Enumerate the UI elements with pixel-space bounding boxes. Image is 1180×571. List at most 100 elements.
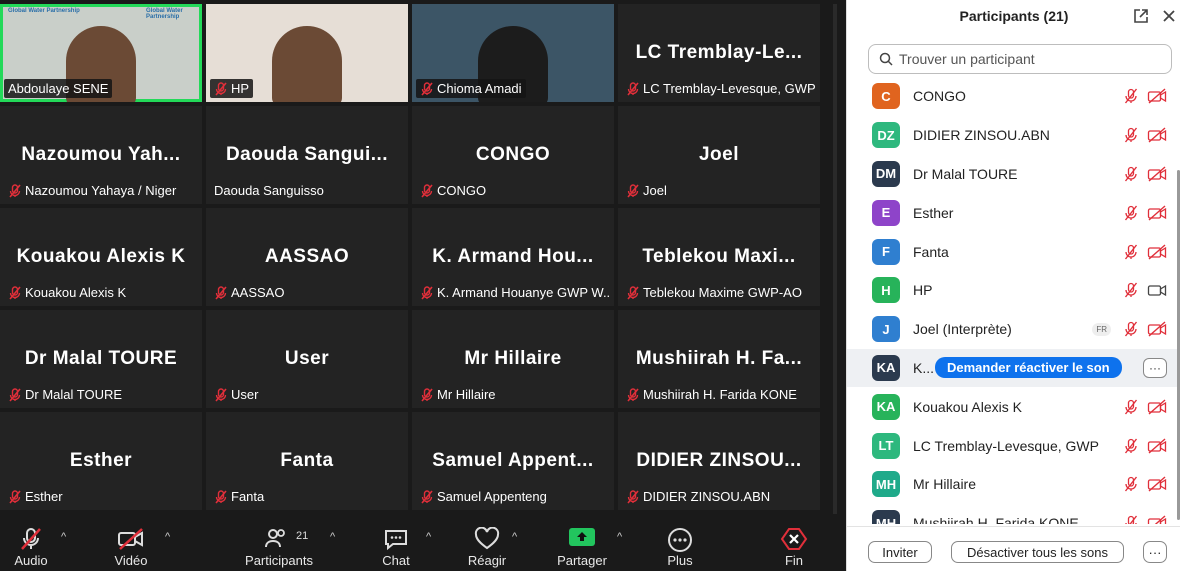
video-tile[interactable]: Fanta Fanta [206, 412, 408, 510]
video-tile[interactable]: LC Tremblay-Le... LC Tremblay-Levesque, G… [618, 4, 820, 102]
video-tile[interactable]: Esther Esther [0, 412, 202, 510]
tile-name-label: Nazoumou Yahaya / Niger [4, 181, 180, 200]
mic-muted-icon[interactable] [1123, 282, 1139, 298]
search-input[interactable] [899, 51, 1159, 67]
end-meeting-button[interactable]: Fin [774, 522, 814, 571]
mic-muted-icon [421, 489, 433, 504]
camera-off-icon[interactable] [1147, 166, 1167, 182]
video-tile[interactable]: Daouda Sangui... Daouda Sanguisso [206, 106, 408, 204]
share-options-caret[interactable]: ^ [617, 531, 622, 543]
participant-row[interactable]: DM Dr Malal TOURE [847, 155, 1180, 194]
camera-off-icon[interactable] [1147, 438, 1167, 454]
video-tile[interactable]: Samuel Appent... Samuel Appenteng [412, 412, 614, 510]
video-tile[interactable]: Mushiirah H. Fa... Mushiirah H. Farida KO… [618, 310, 820, 408]
participant-row[interactable]: C CONGO [847, 78, 1180, 116]
participants-options-caret[interactable]: ^ [330, 531, 335, 543]
video-tile[interactable]: HP [206, 4, 408, 102]
video-tile[interactable]: K. Armand Hou... K. Armand Houanye GWP W.… [412, 208, 614, 306]
mic-muted-icon [9, 285, 21, 300]
footer-more-button[interactable]: ··· [1143, 541, 1167, 563]
gallery-scrollbar[interactable] [833, 4, 837, 514]
participant-status-icons [1123, 166, 1167, 182]
audio-label: Audio [14, 553, 48, 568]
participant-row[interactable]: E Esther [847, 193, 1180, 232]
participant-row[interactable]: KA Kouakou Alexis K [847, 387, 1180, 426]
participants-panel: Participants (21) C CONGO DZ DIDIER ZINSOU.… [846, 0, 1180, 571]
participant-row[interactable]: KA K... Demander réactiver le son ··· [847, 348, 1180, 388]
participant-row[interactable]: J Joel (Interprète) FR [847, 310, 1180, 349]
camera-off-icon[interactable] [1147, 205, 1167, 221]
video-tile[interactable]: Kouakou Alexis K Kouakou Alexis K [0, 208, 202, 306]
tile-display-name: Esther [69, 450, 133, 471]
camera-off-icon[interactable] [1147, 515, 1167, 524]
mic-muted-icon[interactable] [1123, 438, 1139, 454]
heart-icon [474, 527, 500, 550]
mic-muted-icon[interactable] [1123, 399, 1139, 415]
video-button[interactable]: Vidéo [106, 522, 156, 571]
camera-off-icon[interactable] [1147, 127, 1167, 143]
pop-out-icon[interactable] [1133, 8, 1149, 24]
participant-row[interactable]: H HP [847, 271, 1180, 310]
react-options-caret[interactable]: ^ [512, 531, 517, 543]
participant-row[interactable]: MH Mushiirah H. Farida KONE [847, 504, 1180, 524]
video-tile[interactable]: CONGO CONGO [412, 106, 614, 204]
tile-name-label: CONGO [416, 181, 490, 200]
participants-button[interactable]: 21 Participants [240, 522, 318, 571]
tile-name-label: Joel [622, 181, 671, 200]
participant-row[interactable]: DZ DIDIER ZINSOU.ABN [847, 116, 1180, 155]
more-button[interactable]: Plus [660, 522, 700, 571]
video-options-caret[interactable]: ^ [165, 531, 170, 543]
camera-off-icon[interactable] [1147, 88, 1167, 104]
participant-row[interactable]: MH Mr Hillaire [847, 465, 1180, 504]
camera-on-icon[interactable] [1147, 282, 1167, 298]
react-button[interactable]: Réagir [464, 522, 510, 571]
tile-display-name: LC Tremblay-Le... [635, 42, 803, 63]
video-tile[interactable]: Dr Malal TOURE Dr Malal TOURE [0, 310, 202, 408]
video-tile[interactable]: User User [206, 310, 408, 408]
video-tile[interactable]: Teblekou Maxi... Teblekou Maxime GWP-AO [618, 208, 820, 306]
tile-name-label: Daouda Sanguisso [210, 181, 328, 200]
video-tile[interactable]: Global Water Partnership Global Water Par… [0, 4, 202, 102]
gwp-logo: Global Water Partnership [8, 8, 80, 14]
participant-status-icons [1123, 515, 1167, 524]
video-tile[interactable]: Nazoumou Yah... Nazoumou Yahaya / Niger [0, 106, 202, 204]
mic-muted-icon[interactable] [1123, 88, 1139, 104]
chat-options-caret[interactable]: ^ [426, 531, 431, 543]
camera-off-icon[interactable] [1147, 244, 1167, 260]
mic-muted-icon[interactable] [1123, 166, 1139, 182]
participant-more-button[interactable]: ··· [1143, 357, 1167, 378]
zoom-meeting-window: Global Water Partnership Global Water Par… [0, 0, 1180, 571]
participant-row[interactable]: LT LC Tremblay-Levesque, GWP [847, 426, 1180, 465]
mic-muted-icon[interactable] [1123, 127, 1139, 143]
tile-name-text: Mushiirah H. Farida KONE [643, 387, 797, 402]
mic-muted-icon[interactable] [1123, 321, 1139, 337]
participant-status-icons [1123, 438, 1167, 454]
camera-off-icon[interactable] [1147, 399, 1167, 415]
participant-status-icons [1123, 244, 1167, 260]
mic-muted-icon[interactable] [1123, 515, 1139, 524]
participant-row[interactable]: F Fanta [847, 232, 1180, 271]
camera-off-icon[interactable] [1147, 321, 1167, 337]
audio-button[interactable]: Audio [8, 522, 54, 571]
mic-muted-icon[interactable] [1123, 244, 1139, 260]
tile-name-label: Esther [4, 487, 67, 506]
chat-button[interactable]: Chat [376, 522, 416, 571]
video-tile[interactable]: Mr Hillaire Mr Hillaire [412, 310, 614, 408]
participant-search[interactable] [868, 44, 1172, 74]
camera-off-icon[interactable] [1147, 476, 1167, 492]
video-tile[interactable]: AASSAO AASSAO [206, 208, 408, 306]
mute-all-button[interactable]: Désactiver tous les sons [951, 541, 1124, 563]
close-icon[interactable] [1161, 8, 1177, 24]
video-tile[interactable]: Joel Joel [618, 106, 820, 204]
tile-display-name: Teblekou Maxi... [642, 246, 796, 267]
ask-to-unmute-button[interactable]: Demander réactiver le son [935, 357, 1122, 379]
audio-options-caret[interactable]: ^ [61, 531, 66, 543]
mic-muted-icon[interactable] [1123, 476, 1139, 492]
video-tile[interactable]: DIDIER ZINSOU... DIDIER ZINSOU.ABN [618, 412, 820, 510]
mic-muted-icon[interactable] [1123, 205, 1139, 221]
share-button[interactable]: Partager [552, 522, 612, 571]
video-tile[interactable]: Chioma Amadi [412, 4, 614, 102]
tile-display-name: Kouakou Alexis K [16, 246, 186, 267]
tile-display-name: DIDIER ZINSOU... [636, 450, 802, 471]
invite-button[interactable]: Inviter [868, 541, 932, 563]
